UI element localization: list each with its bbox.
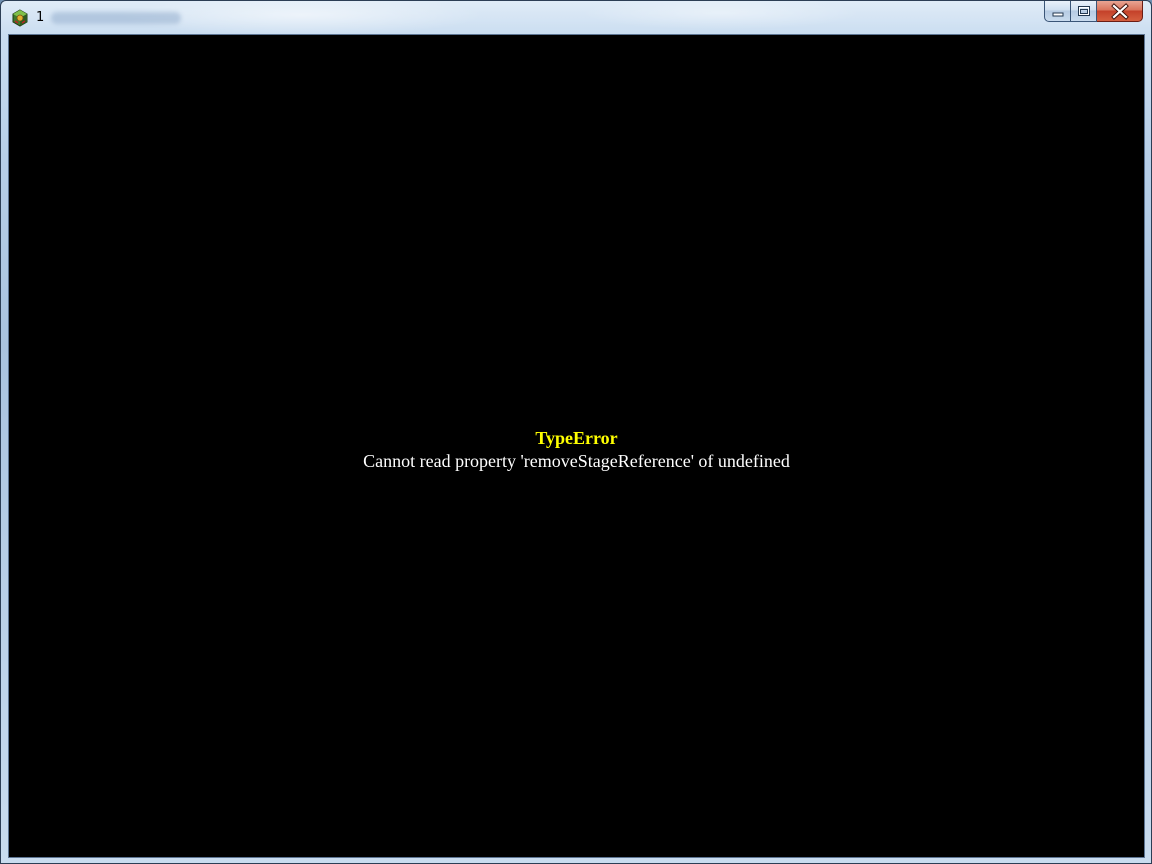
error-title: TypeError [535,428,618,448]
caption-buttons [1044,1,1143,23]
title-bar[interactable]: 1 [1,1,1151,35]
app-window: 1 TypeError Cannot read property 'remove… [0,0,1152,864]
game-canvas[interactable]: TypeError Cannot read property 'removeSt… [9,35,1144,857]
window-title-blurred [51,12,181,24]
minimize-button[interactable] [1044,1,1071,22]
window-title: 1 [36,10,45,25]
error-message: Cannot read property 'removeStageReferen… [363,451,790,471]
close-icon [1111,3,1129,20]
maximize-icon [1078,6,1090,16]
minimize-icon [1052,12,1064,17]
app-icon[interactable] [11,9,29,27]
error-display: TypeError Cannot read property 'removeSt… [9,427,1144,473]
maximize-button[interactable] [1071,1,1097,22]
close-button[interactable] [1097,1,1143,22]
